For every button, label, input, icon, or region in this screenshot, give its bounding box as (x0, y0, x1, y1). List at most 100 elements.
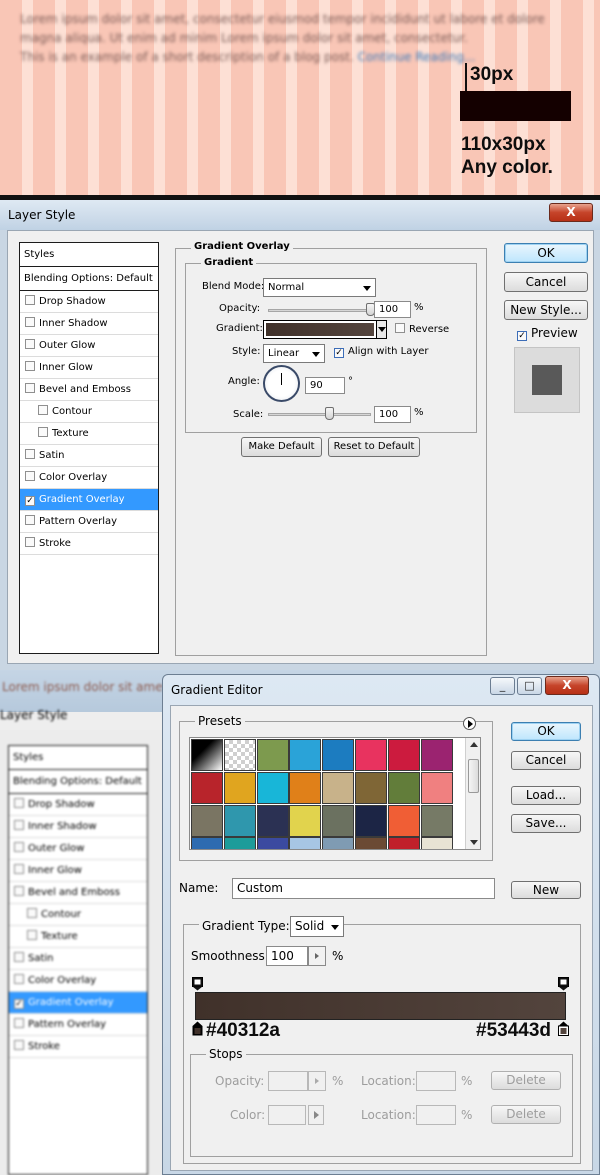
style-item-inner-glow[interactable]: Inner Glow (20, 357, 158, 379)
scroll-up-icon[interactable] (470, 742, 478, 747)
color-stop-left[interactable] (192, 1021, 203, 1036)
style-item-outer-glow[interactable]: Outer Glow (20, 335, 158, 357)
close-icon[interactable]: X (549, 203, 593, 222)
make-default-button[interactable]: Make Default (241, 437, 322, 457)
align-checkbox-box[interactable]: ✓ (334, 348, 344, 358)
preset-swatch[interactable] (289, 739, 322, 771)
preset-swatch[interactable] (420, 837, 453, 849)
preset-swatch[interactable] (322, 739, 355, 771)
scale-slider-track[interactable] (268, 413, 371, 416)
cancel-button[interactable]: Cancel (511, 751, 581, 770)
style-item-checkbox[interactable] (25, 361, 35, 371)
style-item-checkbox[interactable]: ✓ (25, 496, 35, 506)
maximize-icon[interactable]: □ (517, 677, 542, 695)
preset-swatch[interactable] (223, 804, 256, 837)
preview-checkbox[interactable]: ✓ Preview (517, 326, 578, 341)
stop-opacity-input[interactable] (268, 1071, 308, 1091)
smoothness-stepper[interactable] (308, 946, 326, 966)
style-item-inner-shadow[interactable]: Inner Shadow (20, 313, 158, 335)
style-item-checkbox[interactable] (25, 339, 35, 349)
preset-swatch[interactable] (289, 837, 322, 849)
blending-options-item[interactable]: Blending Options: Default (20, 267, 158, 291)
blend-mode-select[interactable]: Normal (263, 278, 376, 297)
name-input[interactable]: Custom (232, 878, 495, 899)
smoothness-input[interactable]: 100 (266, 946, 308, 966)
preset-swatch[interactable] (322, 837, 355, 849)
preset-swatch[interactable] (191, 771, 223, 804)
style-item-checkbox[interactable] (25, 515, 35, 525)
style-item-checkbox[interactable] (38, 427, 48, 437)
style-item-bevel-and-emboss[interactable]: Bevel and Emboss (20, 379, 158, 401)
preset-swatch[interactable] (191, 804, 223, 837)
preset-swatch[interactable] (387, 739, 420, 771)
preset-swatch[interactable] (256, 837, 289, 849)
close-icon[interactable]: X (545, 676, 589, 695)
gradient-picker[interactable] (263, 320, 387, 339)
style-item-satin[interactable]: Satin (20, 445, 158, 467)
opacity-slider-track[interactable] (268, 309, 371, 312)
gradient-type-select[interactable]: Solid (290, 916, 344, 937)
style-item-gradient-overlay[interactable]: ✓ Gradient Overlay (20, 489, 158, 511)
continue-reading-link[interactable]: Continue Reading... (358, 50, 476, 64)
preset-swatch[interactable] (420, 771, 453, 804)
preset-swatch[interactable] (289, 771, 322, 804)
opacity-stop-left[interactable] (192, 976, 203, 991)
preset-swatch[interactable] (355, 804, 387, 837)
preset-swatch[interactable] (256, 739, 289, 771)
align-with-layer-checkbox[interactable]: ✓ Align with Layer (334, 346, 429, 358)
presets-menu-icon[interactable] (463, 717, 476, 730)
style-item-texture[interactable]: Texture (20, 423, 158, 445)
color-location-input[interactable] (416, 1105, 456, 1125)
style-item-pattern-overlay[interactable]: Pattern Overlay (20, 511, 158, 533)
preset-swatch[interactable] (223, 739, 256, 771)
preset-swatch[interactable] (420, 804, 453, 837)
angle-input[interactable]: 90 (305, 377, 345, 394)
style-item-checkbox[interactable] (25, 449, 35, 459)
preset-swatch[interactable] (355, 739, 387, 771)
style-item-contour[interactable]: Contour (20, 401, 158, 423)
preset-swatch[interactable] (322, 804, 355, 837)
gradient-bar[interactable] (195, 992, 566, 1020)
style-item-checkbox[interactable] (25, 317, 35, 327)
presets-scrollbar[interactable] (465, 738, 480, 849)
stop-color-swatch[interactable] (268, 1105, 306, 1125)
preset-swatch[interactable] (191, 739, 223, 771)
style-item-checkbox[interactable] (25, 295, 35, 305)
new-button[interactable]: New (511, 881, 581, 899)
delete-color-stop-button[interactable]: Delete (491, 1105, 561, 1124)
gradient-dropdown-arrow[interactable] (376, 321, 386, 338)
preview-checkbox-box[interactable]: ✓ (517, 331, 527, 341)
new-style-button[interactable]: New Style... (504, 300, 588, 320)
preset-swatch[interactable] (223, 771, 256, 804)
opacity-location-input[interactable] (416, 1071, 456, 1091)
scroll-thumb[interactable] (468, 759, 479, 793)
scroll-down-icon[interactable] (470, 840, 478, 845)
preset-swatch[interactable] (355, 771, 387, 804)
preset-swatch[interactable] (387, 804, 420, 837)
ok-button[interactable]: OK (511, 722, 581, 741)
style-item-color-overlay[interactable]: Color Overlay (20, 467, 158, 489)
style-item-checkbox[interactable] (38, 405, 48, 415)
scale-slider-thumb[interactable] (324, 407, 334, 420)
preset-swatch[interactable] (289, 804, 322, 837)
style-select[interactable]: Linear (263, 344, 325, 363)
preset-swatch[interactable] (191, 837, 223, 849)
style-item-checkbox[interactable] (25, 537, 35, 547)
styles-header[interactable]: Styles (20, 243, 158, 267)
preset-swatch[interactable] (223, 837, 256, 849)
minimize-icon[interactable]: _ (490, 677, 515, 695)
preset-swatch[interactable] (387, 837, 420, 849)
preset-swatch[interactable] (355, 837, 387, 849)
preset-swatch[interactable] (256, 771, 289, 804)
color-stop-right[interactable] (558, 1021, 569, 1036)
load-button[interactable]: Load... (511, 786, 581, 805)
dialog-titlebar[interactable]: Layer Style X (0, 200, 600, 230)
angle-dial[interactable] (263, 365, 300, 402)
scale-input[interactable]: 100 (374, 406, 411, 423)
opacity-input[interactable]: 100 (374, 301, 411, 318)
ok-button[interactable]: OK (504, 243, 588, 263)
style-item-checkbox[interactable] (25, 471, 35, 481)
stop-opacity-stepper[interactable] (308, 1071, 326, 1091)
delete-opacity-stop-button[interactable]: Delete (491, 1071, 561, 1090)
preset-swatch[interactable] (256, 804, 289, 837)
